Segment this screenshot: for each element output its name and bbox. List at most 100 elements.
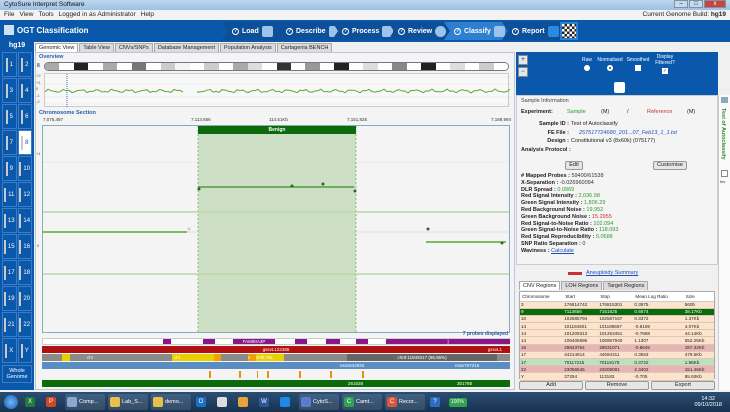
table-row[interactable]: 101025857941025871670.33721.37Kb xyxy=(520,315,714,322)
menu-file[interactable]: File xyxy=(4,11,14,19)
minimize-button[interactable]: – xyxy=(674,0,688,8)
taskbar-app[interactable]: X xyxy=(23,394,41,410)
table-row[interactable]: 9711365671518250.667438.17Kb xyxy=(520,308,714,315)
maximize-button[interactable]: □ xyxy=(689,0,703,8)
battery-indicator[interactable]: 100% xyxy=(449,398,467,407)
taskbar-app[interactable]: Lab_S... xyxy=(108,394,148,410)
table-row[interactable]: 31768147421768153010.3975560b xyxy=(520,301,714,308)
aneuploidy-summary-link[interactable]: Aneuploidy Summary xyxy=(586,270,638,276)
table-row[interactable]: 1770117215701191780.37221.96Kb xyxy=(520,359,714,366)
tab-cnvs-snps[interactable]: CNVs/SNPs xyxy=(115,43,153,52)
taskbar-app[interactable]: Comp... xyxy=(65,394,105,410)
taskbar-app[interactable]: CytoS... xyxy=(299,394,339,410)
chromosome-ideogram[interactable] xyxy=(44,62,509,71)
taskbar-app[interactable]: CRecor... xyxy=(385,394,425,410)
display-filtered-checkbox[interactable]: ✓ xyxy=(662,68,668,74)
tab-cnv-regions[interactable]: CNV Regions xyxy=(519,281,560,290)
help-icon[interactable]: ? xyxy=(398,28,405,35)
menu-tools[interactable]: Tools xyxy=(38,11,53,19)
gene-track[interactable]: FAM90A3P ] xyxy=(42,338,510,345)
chromosome-button-4[interactable]: 4 xyxy=(18,78,33,103)
finish-flag-icon[interactable] xyxy=(560,22,578,40)
table-row[interactable]: Y27254113183-0.70585.93Kb xyxy=(520,373,714,380)
table-row[interactable]: 162884375429031071-0.8645187.32Kb xyxy=(520,344,714,351)
clock[interactable]: 14:3209/10/2018 xyxy=(694,396,730,408)
dgv-track[interactable]: gssvL122385gssvL1 xyxy=(42,346,510,353)
chromosome-button-6[interactable]: 6 xyxy=(18,104,33,129)
help-icon[interactable]: ? xyxy=(512,28,519,35)
col-mean-log-ratio[interactable]: Mean Log Ratio xyxy=(633,292,683,301)
chromosome-button-10[interactable]: 10 xyxy=(18,156,33,181)
chromosome-button-5[interactable]: 5 xyxy=(2,104,17,129)
overview-plot[interactable] xyxy=(44,73,509,107)
benign-region-label[interactable]: Benign xyxy=(198,126,356,134)
smoothed-checkbox[interactable] xyxy=(635,65,641,71)
raw-radio[interactable] xyxy=(584,65,590,71)
chromosome-button-9[interactable]: 9 xyxy=(2,156,17,181)
gene-density-track[interactable]: 261638301788 xyxy=(42,380,510,387)
zoom-in-icon[interactable]: + xyxy=(518,55,528,65)
inv-checkbox[interactable] xyxy=(721,170,728,177)
table-row[interactable]: 14101209313101253451-0.786844.14Kb xyxy=(520,330,714,337)
nssv-track[interactable]: nssv542933nssv707216 xyxy=(42,362,510,369)
table-row[interactable]: 141064056961069579401.1307552.25Kb xyxy=(520,337,714,344)
col-size[interactable]: Size xyxy=(684,292,714,301)
normalised-radio[interactable] xyxy=(607,65,613,71)
table-row[interactable]: 1744214814446943110.3553479.5Kb xyxy=(520,351,714,358)
help-icon[interactable]: ? xyxy=(232,28,239,35)
chromosome-button-15[interactable]: 15 xyxy=(2,234,17,259)
chromosome-button-1[interactable]: 1 xyxy=(2,52,17,77)
taskbar-app[interactable]: CCamt... xyxy=(342,394,382,410)
whole-genome-button[interactable]: Whole Genome xyxy=(2,365,32,383)
menu-view[interactable]: View xyxy=(19,11,33,19)
qc-value[interactable]: Calculate xyxy=(551,248,574,254)
tab-loh-regions[interactable]: LOH Regions xyxy=(561,281,602,290)
smoothed-option[interactable]: Smoothed xyxy=(623,57,653,71)
chromosome-button-3[interactable]: 3 xyxy=(2,78,17,103)
chromosome-button-Y[interactable]: Y xyxy=(18,338,33,363)
help-icon[interactable]: ? xyxy=(342,28,349,35)
taskbar-app[interactable]: ? xyxy=(428,394,446,410)
chromosome-button-2[interactable]: 2 xyxy=(18,52,33,77)
chromosome-button-21[interactable]: 21 xyxy=(2,312,17,337)
edit-button[interactable]: Edit xyxy=(565,161,583,170)
normalised-option[interactable]: Normalised xyxy=(595,57,625,71)
step-load[interactable]: ?Load xyxy=(222,22,287,40)
menu-help[interactable]: Help xyxy=(141,11,154,19)
check-icon[interactable] xyxy=(721,97,728,103)
tab-genomic-view[interactable]: Genomic View xyxy=(35,43,78,52)
zoom-out-icon[interactable]: − xyxy=(518,67,528,77)
chromosome-button-18[interactable]: 18 xyxy=(18,260,33,285)
display-filtered-option[interactable]: Display Filtered?✓ xyxy=(650,54,680,74)
taskbar-app[interactable]: W xyxy=(257,394,275,410)
chromosome-button-14[interactable]: 14 xyxy=(18,208,33,233)
tab-cartagenia-bench[interactable]: Cartagenia BENCH xyxy=(277,43,333,52)
taskbar-app[interactable]: P xyxy=(44,394,62,410)
chromosome-button-11[interactable]: 11 xyxy=(2,182,17,207)
tab-table-view[interactable]: Table View xyxy=(79,43,114,52)
export-button[interactable]: Export xyxy=(651,381,715,390)
chromosome-button-16[interactable]: 16 xyxy=(18,234,33,259)
customise-button[interactable]: Customise xyxy=(653,161,687,170)
taskbar-app[interactable]: demo... xyxy=(151,394,191,410)
chromosome-button-12[interactable]: 12 xyxy=(18,182,33,207)
add-button[interactable]: Add xyxy=(519,381,583,390)
chromosome-button-X[interactable]: X xyxy=(2,338,17,363)
chromosome-button-22[interactable]: 22 xyxy=(18,312,33,337)
col-chromosome[interactable]: Chromosome xyxy=(520,292,563,301)
table-row[interactable]: 14101184601101188667-0.81594.07Kb xyxy=(520,323,714,330)
tab-target-regions[interactable]: Target Regions xyxy=(603,281,648,290)
chromosome-section-plot[interactable]: Benign xyxy=(42,125,510,333)
col-stop[interactable]: Stop xyxy=(598,292,633,301)
tab-population-analysis[interactable]: Population Analysis xyxy=(220,43,276,52)
close-button[interactable]: x xyxy=(704,0,726,8)
col-start[interactable]: Start xyxy=(563,292,598,301)
fe-file-link[interactable]: 257517724680_201...07_Feb13_1_1.txt xyxy=(579,130,677,136)
help-icon[interactable]: ? xyxy=(286,28,293,35)
chromosome-button-20[interactable]: 20 xyxy=(18,286,33,311)
tab-database-management[interactable]: Database Management xyxy=(154,43,219,52)
taskbar-app[interactable] xyxy=(236,394,254,410)
table-row[interactable]: 2223056545232080012.3402151.46Kb xyxy=(520,366,714,373)
chromosome-button-19[interactable]: 19 xyxy=(2,286,17,311)
taskbar-app[interactable] xyxy=(278,394,296,410)
